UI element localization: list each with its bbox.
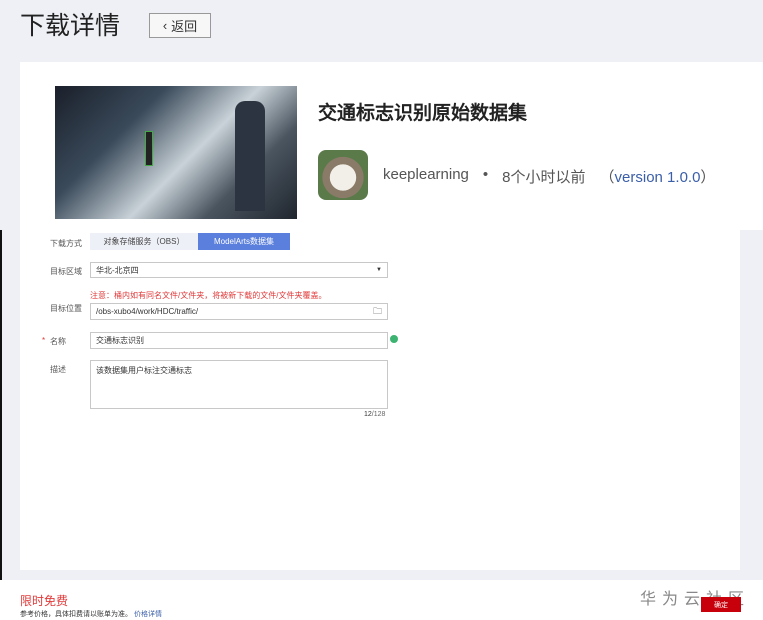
caret-down-icon: ▼	[376, 267, 382, 273]
name-label: 名称	[50, 337, 66, 346]
confirm-button[interactable]: 确定	[701, 597, 741, 612]
version-link[interactable]: version 1.0.0	[615, 169, 701, 186]
location-input[interactable]: /obs-xubo4/work/HDC/traffic/ 🗀	[90, 303, 388, 320]
method-label: 下载方式	[50, 239, 82, 248]
dataset-title: 交通标志识别原始数据集	[318, 103, 528, 124]
author-name[interactable]: keeplearning	[383, 166, 469, 187]
chevron-left-icon: ‹	[162, 18, 168, 33]
folder-icon[interactable]: 🗀	[373, 304, 382, 320]
author-avatar	[318, 150, 368, 200]
desc-textarea[interactable]: 该数据集用户标注交通标志	[90, 360, 388, 409]
name-input[interactable]: 交通标志识别	[90, 332, 388, 349]
price-label: 限时免费	[20, 594, 69, 608]
char-count: 12	[364, 411, 372, 418]
char-counter: 12/128	[364, 411, 385, 418]
method-option-obs[interactable]: 对象存储服务（OBS）	[90, 233, 198, 250]
region-select[interactable]: 华北-北京四 ▼	[90, 262, 388, 278]
paren: ）	[700, 169, 716, 186]
dataset-meta: keeplearning • 8个小时以前 （version 1.0.0）	[383, 166, 715, 187]
price-note: 参考价格，具体扣费请以账单为准。 价格详情	[20, 609, 162, 619]
location-value: /obs-xubo4/work/HDC/traffic/	[96, 307, 199, 316]
valid-check-icon	[390, 335, 398, 343]
region-value: 华北-北京四	[96, 265, 139, 275]
location-label: 目标位置	[50, 304, 82, 313]
required-mark: *	[42, 336, 46, 345]
page-title: 下载详情	[20, 12, 121, 40]
price-detail-link[interactable]: 价格详情	[134, 611, 162, 618]
back-button[interactable]: ‹ 返回	[149, 13, 211, 38]
paren: （	[599, 169, 615, 186]
desc-label: 描述	[50, 365, 66, 374]
region-label: 目标区域	[50, 267, 82, 276]
overwrite-warning: 注意：桶内如有同名文件/文件夹，将被新下载的文件/文件夹覆盖。	[90, 291, 327, 300]
divider	[0, 230, 2, 620]
method-option-modelarts[interactable]: ModelArts数据集	[198, 233, 290, 250]
char-max: /128	[371, 411, 386, 418]
separator: •	[482, 166, 489, 183]
price-note-text: 参考价格，具体扣费请以账单为准。	[20, 611, 132, 618]
updated-time: 8个小时以前	[502, 169, 586, 186]
dataset-thumbnail	[55, 86, 297, 219]
